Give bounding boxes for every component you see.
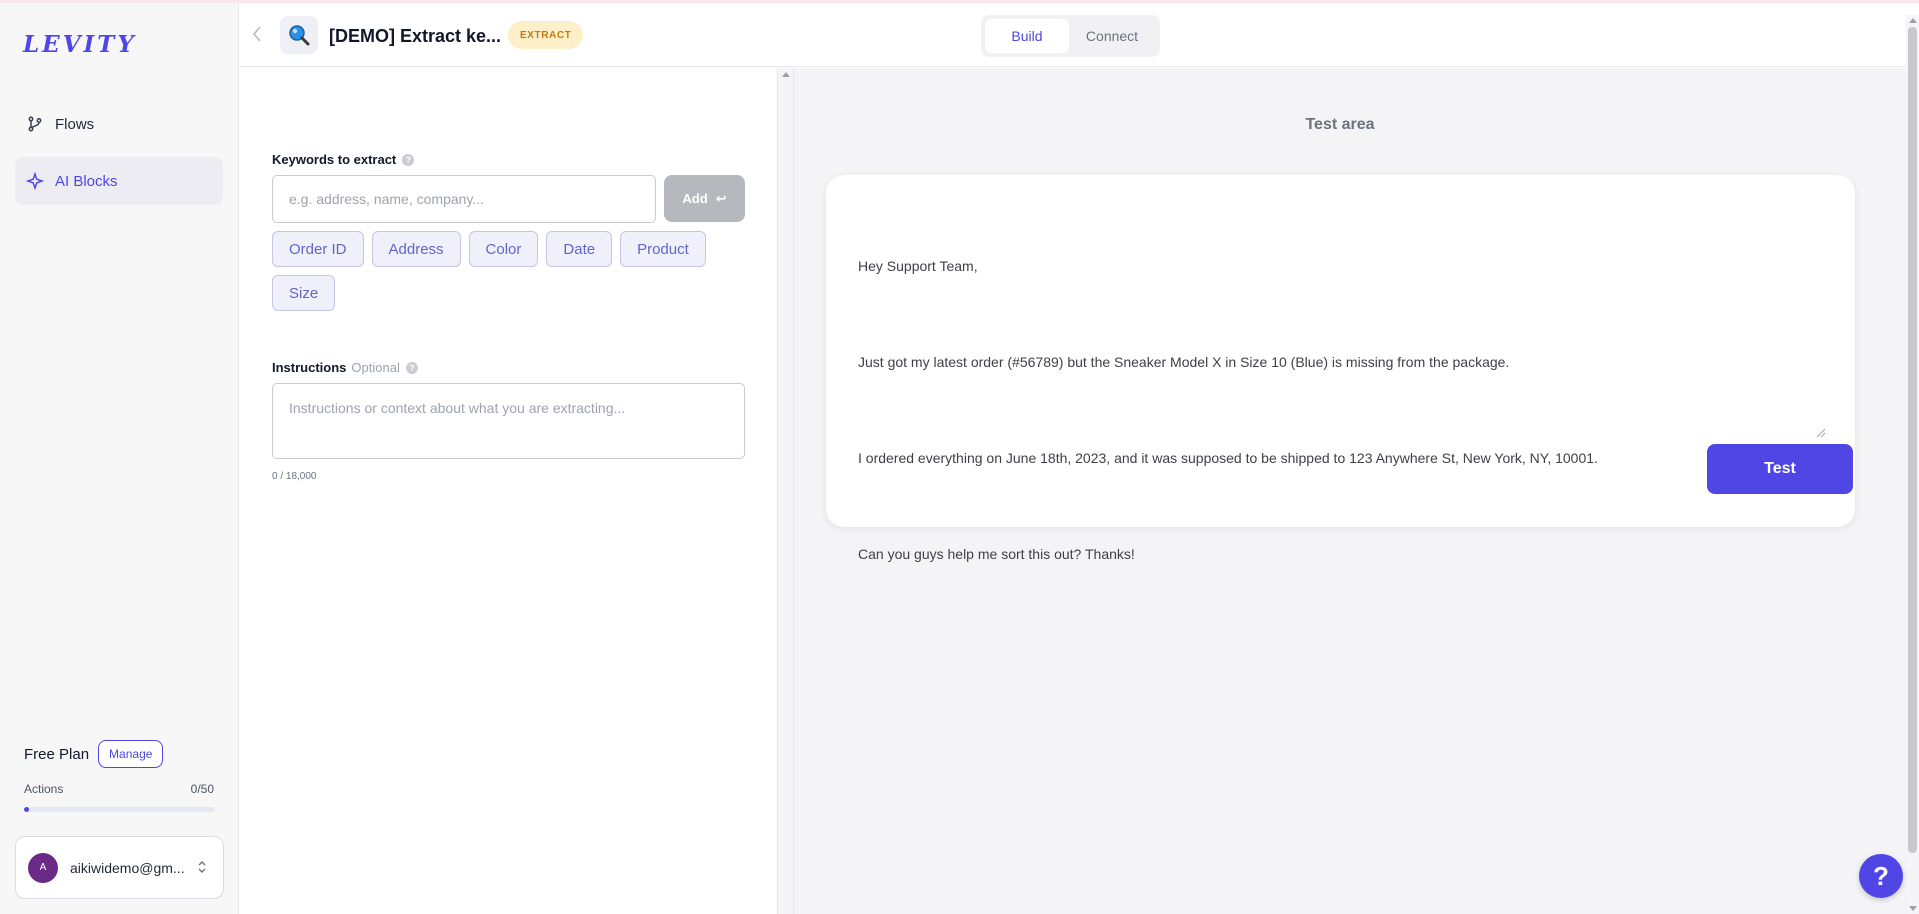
actions-count: 0/50 <box>190 782 214 796</box>
enter-key-icon: ↩ <box>715 190 727 206</box>
sidebar-item-flows[interactable]: Flows <box>15 100 223 148</box>
actions-label: Actions <box>24 782 64 796</box>
actions-progress-bar <box>24 807 215 812</box>
test-line: Just got my latest order (#56789) but th… <box>858 354 1510 370</box>
actions-progress-fill <box>24 807 29 812</box>
test-line: Hey Support Team, <box>858 258 978 274</box>
instructions-label-text: Instructions <box>272 360 347 375</box>
test-area-title: Test area <box>1305 116 1375 133</box>
keyword-chip[interactable]: Address <box>371 231 461 267</box>
keyword-chip[interactable]: Date <box>546 231 613 267</box>
tab-build[interactable]: Build <box>985 19 1069 53</box>
sidebar-item-label: Flows <box>55 115 95 133</box>
help-icon[interactable]: ? <box>405 361 418 374</box>
instructions-label: Instructions Optional ? <box>272 360 418 375</box>
page-scrollbar[interactable] <box>1906 15 1919 914</box>
test-line: I ordered everything on June 18th, 2023,… <box>858 450 1598 466</box>
block-type-badge: EXTRACT <box>508 21 584 49</box>
view-tabs: Build Connect <box>981 15 1160 57</box>
config-panel: Keywords to extract ? e.g. address, name… <box>240 68 777 914</box>
keyword-chip[interactable]: Order ID <box>272 231 364 267</box>
magnifier-icon <box>280 16 318 54</box>
chevron-up-down-icon <box>197 859 207 880</box>
add-button-label: Add <box>682 191 708 206</box>
test-input-textarea[interactable]: Hey Support Team, Just got my latest ord… <box>858 206 1818 638</box>
block-title[interactable]: [DEMO] Extract ke... <box>329 26 501 47</box>
sidebar-item-label: AI Blocks <box>55 172 118 190</box>
test-card: Hey Support Team, Just got my latest ord… <box>826 175 1855 562</box>
keyword-chip[interactable]: Size <box>272 275 336 311</box>
add-keyword-button[interactable]: Add ↩ <box>664 175 745 222</box>
keyword-input[interactable]: e.g. address, name, company... <box>272 175 656 223</box>
keywords-label: Keywords to extract ? <box>272 152 415 167</box>
sidebar: LEVITY Flows AI Blocks Free Plan Manage … <box>0 0 239 914</box>
sparkle-icon <box>26 172 44 190</box>
tab-connect[interactable]: Connect <box>1069 19 1155 53</box>
header: [DEMO] Extract ke... EXTRACT Build Conne… <box>240 3 1906 67</box>
test-button[interactable]: Test <box>1707 444 1853 494</box>
char-count: 0 / 18,000 <box>272 471 317 482</box>
keywords-label-text: Keywords to extract <box>272 152 397 167</box>
avatar: A <box>28 852 58 883</box>
scroll-up-arrow[interactable] <box>1909 18 1917 23</box>
scroll-up-arrow[interactable] <box>782 72 790 77</box>
scroll-down-arrow[interactable] <box>1909 906 1917 911</box>
plan-name: Free Plan <box>24 745 90 763</box>
test-panel: Test area Hey Support Team, Just got my … <box>794 68 1906 914</box>
panel-scrollbar[interactable] <box>777 68 794 914</box>
keyword-chips: Order ID Address Color Date Product Size <box>272 231 732 311</box>
levity-logo[interactable]: LEVITY <box>23 31 137 58</box>
keyword-chip[interactable]: Color <box>468 231 539 267</box>
scroll-thumb[interactable] <box>1908 27 1917 853</box>
manage-plan-button[interactable]: Manage <box>98 740 164 768</box>
git-branch-icon <box>26 115 44 133</box>
test-line: Can you guys help me sort this out? Than… <box>858 546 1135 562</box>
instructions-textarea[interactable]: Instructions or context about what you a… <box>272 383 745 459</box>
top-accent-line <box>0 0 1919 3</box>
chevron-left-icon[interactable] <box>251 25 263 48</box>
user-menu[interactable]: A aikiwidemo@gm... <box>15 836 224 899</box>
help-button[interactable]: ? <box>1859 854 1903 898</box>
user-email: aikiwidemo@gm... <box>70 859 185 876</box>
help-icon[interactable]: ? <box>402 153 415 166</box>
keyword-chip[interactable]: Product <box>620 231 706 267</box>
plan-row: Free Plan Manage <box>24 740 164 768</box>
optional-tag: Optional <box>351 360 400 375</box>
resize-grip-icon[interactable] <box>1816 425 1826 443</box>
sidebar-item-ai-blocks[interactable]: AI Blocks <box>15 157 223 205</box>
